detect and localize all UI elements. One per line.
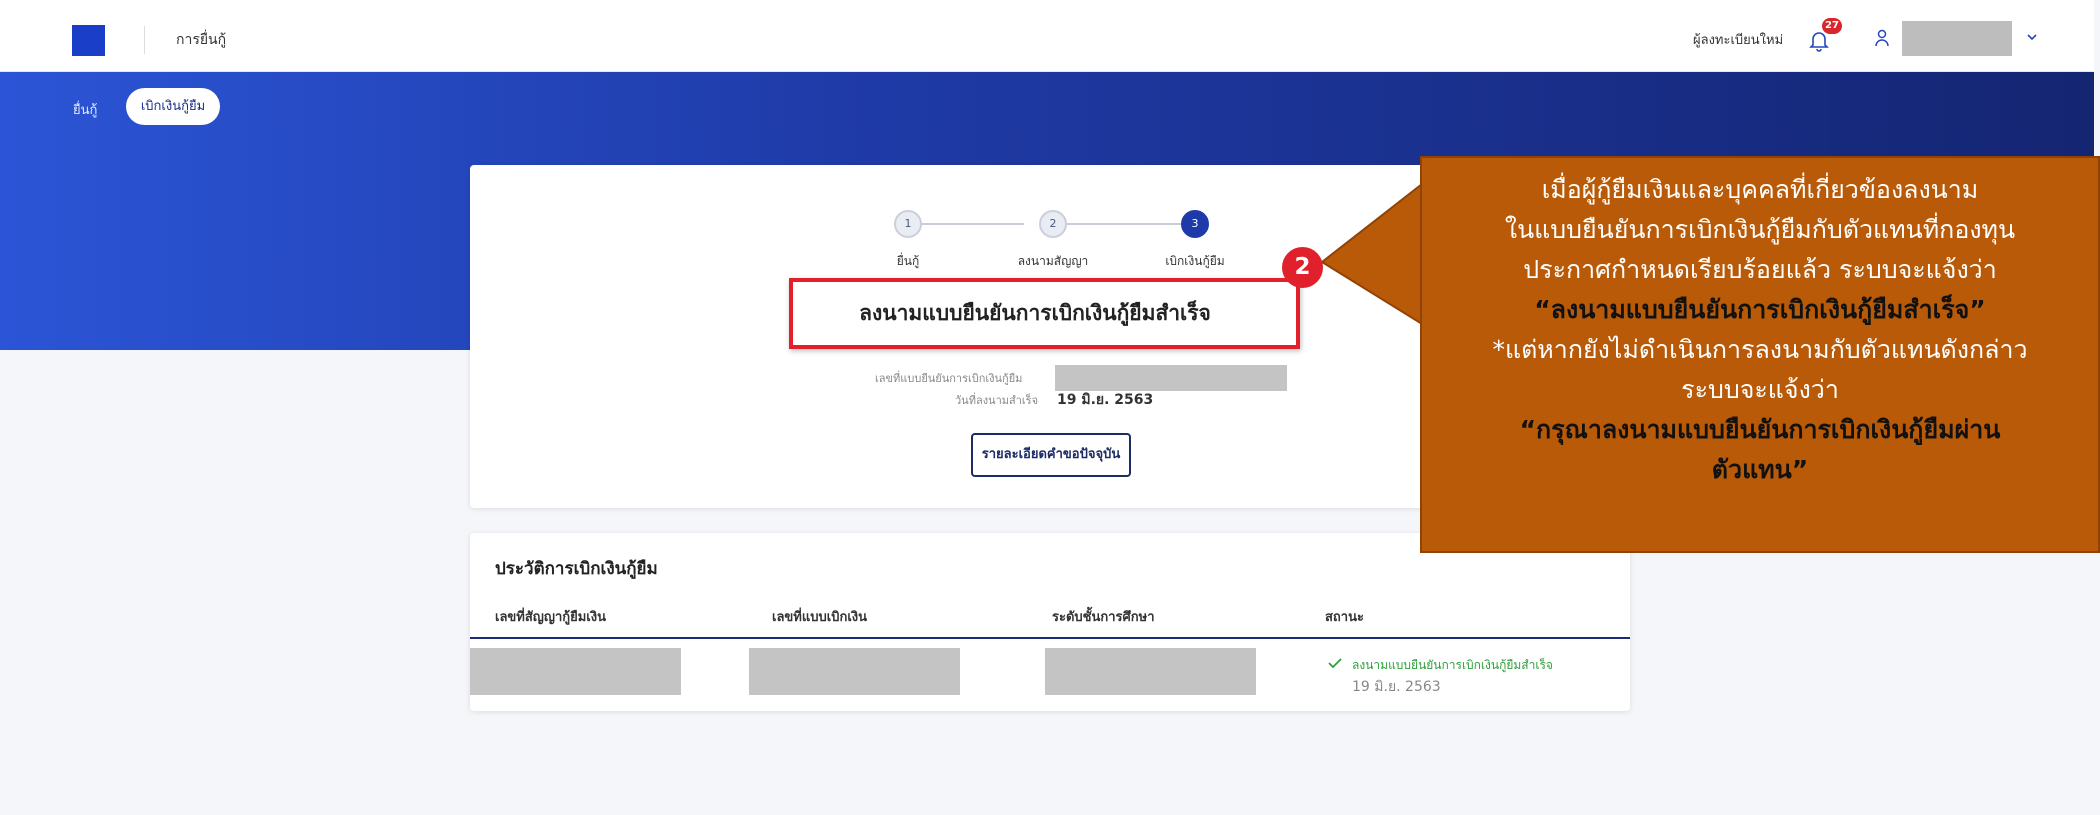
callout-line: ตัวแทน” <box>1711 455 1809 484</box>
highlight-frame <box>789 278 1300 349</box>
chevron-down-icon[interactable] <box>2025 31 2039 43</box>
step-3-indicator: 3 <box>1181 210 1209 238</box>
callout-line: “ลงนามแบบยืนยันการเบิกเงินกู้ยืมสำเร็จ” <box>1534 295 1986 324</box>
status-date: 19 มิ.ย. 2563 <box>1352 679 1441 695</box>
form-number-redacted <box>749 648 960 695</box>
education-level-redacted <box>1045 648 1256 695</box>
tab-withdraw[interactable]: เบิกเงินกู้ยืม <box>126 88 220 125</box>
column-header-education-level: ระดับชั้นการศึกษา <box>1052 610 1155 625</box>
history-title: ประวัติการเบิกเงินกู้ยืม <box>495 559 658 579</box>
annotation-marker: 2 <box>1282 247 1323 288</box>
column-header-form-number: เลขที่แบบเบิกเงิน <box>772 610 867 625</box>
current-request-details-button[interactable]: รายละเอียดคำขอปัจจุบัน <box>971 433 1131 477</box>
table-header-divider <box>470 637 1630 639</box>
signed-date-label: วันที่ลงนามสำเร็จ <box>955 394 1039 407</box>
check-icon <box>1328 658 1342 669</box>
annotation-callout: เมื่อผู้กู้ยืมเงินและบุคคลที่เกี่ยวข้องล… <box>1420 156 2100 553</box>
callout-line: “กรุณาลงนามแบบยืนยันการเบิกเงินกู้ยืมผ่า… <box>1519 415 2001 444</box>
step-2-label: ลงนามสัญญา <box>1017 254 1089 268</box>
callout-text: เมื่อผู้กู้ยืมเงินและบุคคลที่เกี่ยวข้องล… <box>1422 158 2098 490</box>
step-2-indicator: 2 <box>1039 210 1067 238</box>
top-navigation-bar: การยื่นกู้ ผู้ลงทะเบียนใหม่ 27 <box>0 0 2094 72</box>
callout-line: ในแบบยืนยันการเบิกเงินกู้ยืมกับตัวแทนที่… <box>1504 215 2016 244</box>
callout-line: ระบบจะแจ้งว่า <box>1681 375 1839 404</box>
header-divider <box>144 26 145 54</box>
contract-number-redacted <box>470 648 681 695</box>
tab-loan[interactable]: ยื่นกู้ <box>73 99 97 120</box>
confirmation-number-label: เลขที่แบบยืนยันการเบิกเงินกู้ยืม <box>875 372 1023 385</box>
withdrawal-history-card: ประวัติการเบิกเงินกู้ยืม เลขที่สัญญากู้ย… <box>470 533 1630 711</box>
callout-line: ประกาศกำหนดเรียบร้อยแล้ว ระบบจะแจ้งว่า <box>1523 255 1997 284</box>
step-3-label: เบิกเงินกู้ยืม <box>1165 254 1225 268</box>
user-icon[interactable] <box>1874 29 1890 47</box>
callout-line: *แต่หากยังไม่ดำเนินการลงนามกับตัวแทนดังก… <box>1492 335 2028 364</box>
stepper-connector <box>1054 223 1186 225</box>
column-header-status: สถานะ <box>1325 610 1364 625</box>
column-header-contract-number: เลขที่สัญญากู้ยืมเงิน <box>495 610 606 625</box>
confirmation-number-redacted <box>1055 365 1287 391</box>
app-title[interactable]: การยื่นกู้ <box>176 29 226 51</box>
signed-date-value: 19 มิ.ย. 2563 <box>1057 392 1154 408</box>
status-label: ลงนามแบบยืนยันการเบิกเงินกู้ยืมสำเร็จ <box>1352 658 1553 672</box>
step-1-indicator: 1 <box>894 210 922 238</box>
logo[interactable] <box>72 25 105 56</box>
step-1-label: ยื่นกู้ <box>896 254 920 268</box>
notification-badge: 27 <box>1822 18 1842 34</box>
user-name-redacted[interactable] <box>1902 21 2012 56</box>
page: การยื่นกู้ ผู้ลงทะเบียนใหม่ 27 ยื่นกู้ เ… <box>0 0 2100 815</box>
callout-line: เมื่อผู้กู้ยืมเงินและบุคคลที่เกี่ยวข้องล… <box>1541 175 1979 204</box>
register-link[interactable]: ผู้ลงทะเบียนใหม่ <box>1693 29 1783 50</box>
